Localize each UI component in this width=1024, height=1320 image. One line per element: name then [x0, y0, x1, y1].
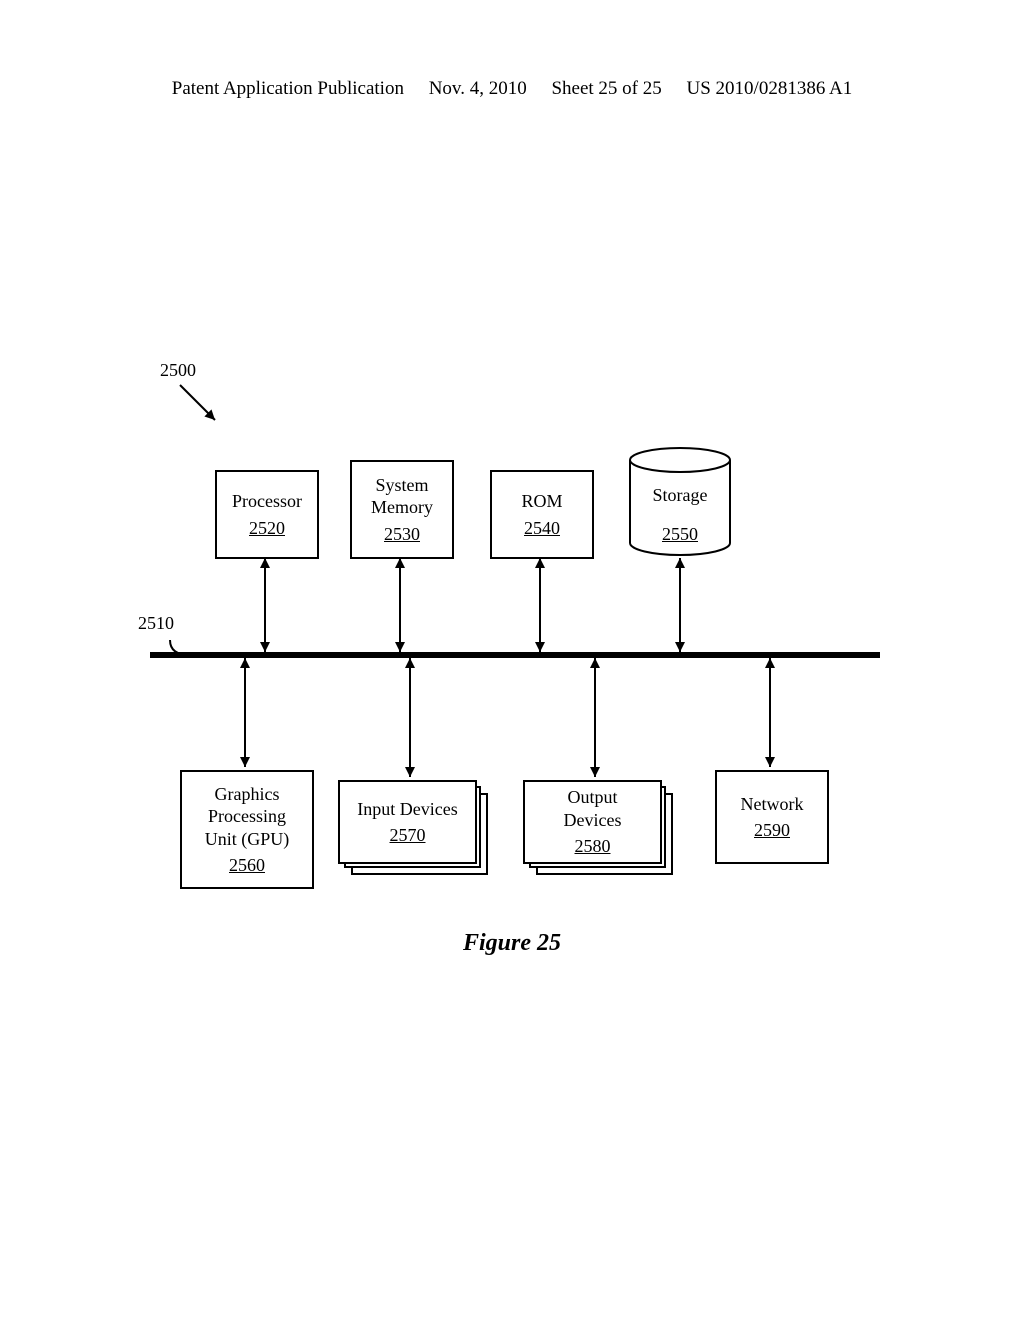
- system-memory-box: System Memory 2530: [350, 460, 454, 559]
- output-devices-label1: Output: [567, 786, 617, 809]
- output-devices-ref: 2580: [575, 835, 611, 858]
- diagram-svg: [0, 0, 1024, 1320]
- output-devices-label2: Devices: [564, 809, 622, 832]
- rom-ref: 2540: [524, 517, 560, 540]
- gpu-ref: 2560: [229, 854, 265, 877]
- storage-ref: 2550: [630, 524, 730, 545]
- input-devices-ref: 2570: [390, 824, 426, 847]
- gpu-label3: Unit (GPU): [205, 828, 290, 851]
- input-devices-label: Input Devices: [357, 798, 457, 821]
- gpu-label2: Processing: [208, 805, 286, 828]
- processor-label: Processor: [232, 490, 302, 513]
- page: Patent Application Publication Nov. 4, 2…: [0, 0, 1024, 1320]
- gpu-box: Graphics Processing Unit (GPU) 2560: [180, 770, 314, 889]
- gpu-label1: Graphics: [215, 783, 280, 806]
- network-label: Network: [741, 793, 804, 816]
- input-devices-box: Input Devices 2570: [338, 780, 477, 864]
- processor-box: Processor 2520: [215, 470, 319, 559]
- network-ref: 2590: [754, 819, 790, 842]
- network-box: Network 2590: [715, 770, 829, 864]
- figure-caption: Figure 25: [0, 930, 1024, 957]
- rom-box: ROM 2540: [490, 470, 594, 559]
- rom-label: ROM: [521, 490, 562, 513]
- storage-label: Storage: [630, 485, 730, 506]
- system-memory-ref: 2530: [384, 523, 420, 546]
- system-memory-label2: Memory: [371, 496, 433, 519]
- output-devices-box: Output Devices 2580: [523, 780, 662, 864]
- processor-ref: 2520: [249, 517, 285, 540]
- system-memory-label1: System: [375, 474, 428, 497]
